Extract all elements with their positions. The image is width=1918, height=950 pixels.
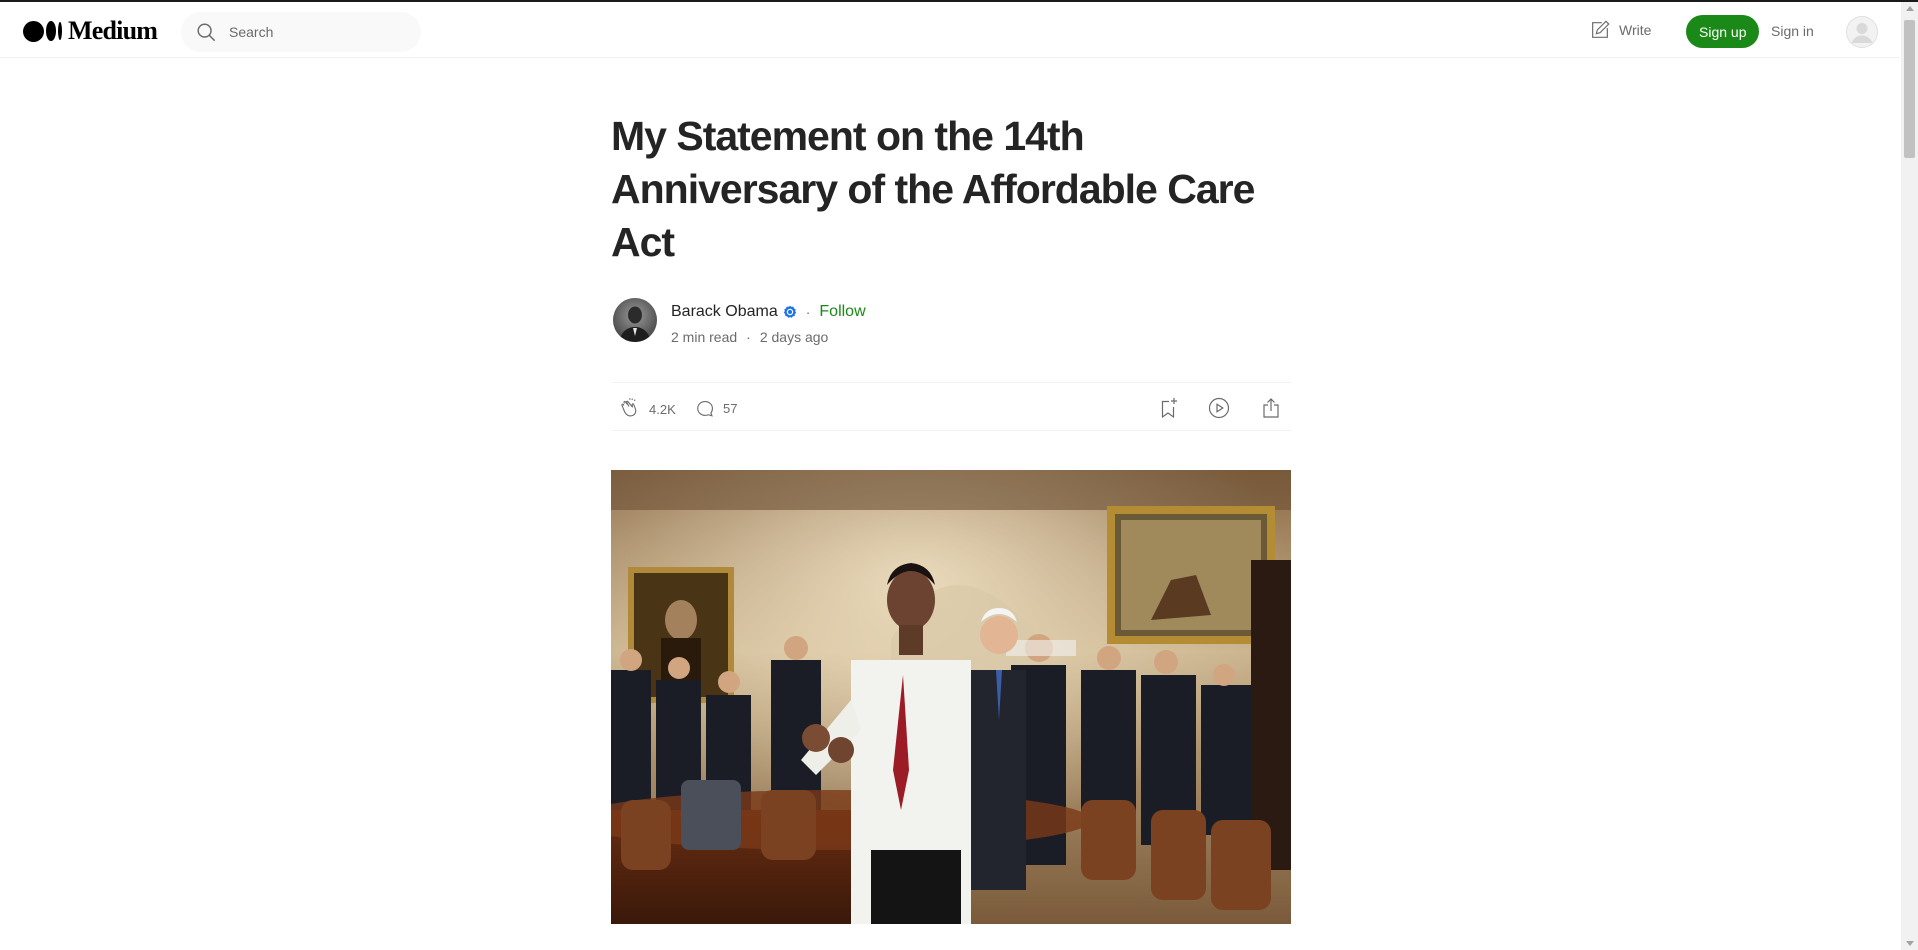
search-bar[interactable]	[181, 12, 421, 52]
comment-icon	[697, 401, 713, 417]
site-header: Medium Write Sign up Sign in	[0, 2, 1900, 58]
medium-logo-icon	[23, 20, 62, 42]
author-separator-dot: ·	[805, 304, 811, 320]
share-icon	[1263, 398, 1279, 418]
medium-logo[interactable]: Medium	[23, 16, 158, 46]
share-button[interactable]	[1259, 396, 1283, 420]
signin-link[interactable]: Sign in	[1771, 23, 1814, 39]
author-line: Barack Obama · Follow	[671, 303, 866, 321]
bookmark-add-button[interactable]	[1156, 396, 1180, 420]
listen-button[interactable]	[1207, 396, 1231, 420]
scroll-down-arrow-icon[interactable]	[1906, 941, 1914, 946]
verified-badge-icon	[783, 305, 796, 318]
author-avatar[interactable]	[613, 298, 657, 342]
meta-separator-dot: ·	[746, 329, 751, 345]
write-label: Write	[1619, 22, 1652, 38]
publish-date: 2 days ago	[759, 329, 829, 345]
scrollbar-thumb[interactable]	[1904, 20, 1915, 158]
write-icon	[1592, 20, 1610, 38]
scroll-up-arrow-icon[interactable]	[1906, 6, 1914, 11]
author-byline: Barack Obama · Follow 2 min read · 2 day…	[611, 298, 1291, 348]
play-listen-icon	[1208, 397, 1230, 419]
signup-button[interactable]: Sign up	[1686, 15, 1760, 48]
follow-button[interactable]: Follow	[819, 303, 865, 321]
article-title: My Statement on the 14th Anniversary of …	[611, 113, 1255, 265]
medium-logo-text: Medium	[68, 16, 158, 45]
clap-count: 4.2K	[649, 401, 676, 417]
clap-icon	[621, 398, 637, 417]
article-meta: 2 min read · 2 days ago	[671, 329, 828, 345]
comment-count: 57	[723, 400, 738, 416]
search-icon	[197, 23, 215, 41]
search-input[interactable]	[229, 24, 409, 40]
clap-button[interactable]: 4.2K	[619, 397, 676, 421]
article-hero-image	[611, 470, 1291, 924]
bookmark-add-icon	[1161, 398, 1177, 419]
comment-button[interactable]: 57	[695, 397, 737, 419]
vertical-scrollbar[interactable]	[1901, 2, 1918, 950]
author-name[interactable]: Barack Obama	[671, 303, 778, 321]
user-avatar-icon[interactable]	[1846, 16, 1878, 48]
article-action-bar: 4.2K 57	[611, 382, 1291, 431]
article: My Statement on the 14th Anniversary of …	[611, 110, 1291, 924]
write-button[interactable]: Write	[1589, 19, 1651, 41]
read-time: 2 min read	[671, 329, 738, 345]
